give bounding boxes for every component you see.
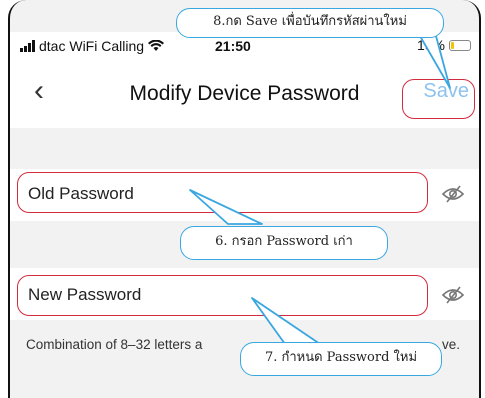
- password-hint: Combination of 8–32 letters a ve.: [26, 337, 460, 352]
- battery-percent: 19%: [416, 37, 445, 53]
- callout-save: 8.กด Save เพื่อบันทึกรหัสผ่านใหม่: [176, 8, 444, 38]
- status-right: 19%: [417, 37, 471, 53]
- old-password-highlight-box: [17, 172, 428, 213]
- hint-text-right: ve.: [442, 337, 461, 352]
- wifi-icon: [148, 40, 165, 51]
- clock: 21:50: [215, 38, 251, 54]
- status-left: dtac WiFi Calling: [20, 38, 165, 54]
- hint-text-left: Combination of 8–32 letters a: [26, 337, 203, 352]
- battery-icon: [449, 39, 471, 51]
- callout-old-password: 6. กรอก Password เก่า: [180, 226, 388, 260]
- callout-new-password: 7. กำหนด Password ใหม่: [240, 342, 442, 376]
- eye-off-icon[interactable]: [441, 286, 465, 304]
- signal-icon: [20, 40, 35, 52]
- carrier-label: dtac WiFi Calling: [39, 38, 145, 54]
- save-highlight-box: [402, 79, 475, 119]
- eye-off-icon[interactable]: [441, 185, 465, 203]
- new-password-highlight-box: [17, 275, 428, 316]
